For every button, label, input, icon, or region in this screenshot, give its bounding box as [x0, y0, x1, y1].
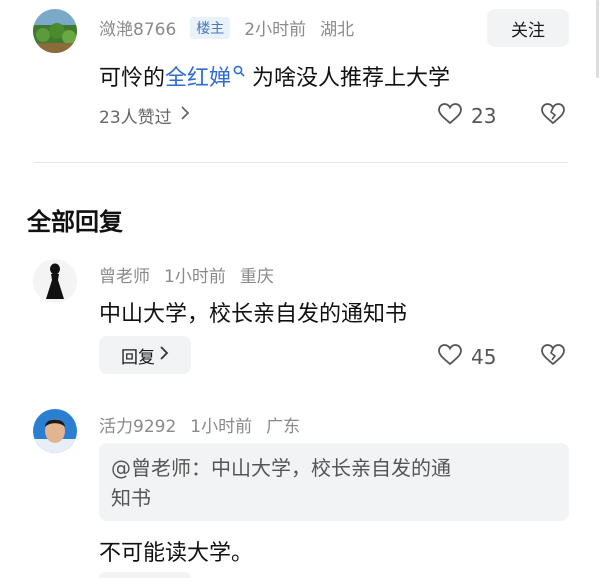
reply-1-meta: 曾老师 1小时前 重庆 — [99, 262, 288, 287]
op-badge: 楼主 — [190, 17, 231, 39]
chevron-right-icon — [159, 345, 169, 366]
post-time: 2小时前 — [244, 20, 307, 40]
heart-icon[interactable] — [437, 102, 463, 130]
post-meta: 潋滟8766 楼主 2小时前 湖北 — [99, 15, 368, 40]
quoted-reply-line-2: 知书 — [111, 486, 151, 510]
reply-1-text: 中山大学，校长亲自发的通知书 — [99, 302, 408, 327]
post-location: 湖北 — [320, 20, 355, 40]
scrollbar[interactable] — [596, 0, 599, 78]
divider — [34, 162, 568, 163]
reply-1-like-count: 45 — [471, 345, 497, 369]
quoted-reply-line-1: @曾老师：中山大学，校长亲自发的通 — [111, 456, 451, 480]
broken-heart-icon[interactable] — [540, 343, 566, 371]
avatar-post-author[interactable] — [33, 9, 77, 53]
reply-2-time: 1小时前 — [190, 417, 253, 437]
reply-2-location: 广东 — [266, 417, 301, 437]
post-text-after: 为啥没人推荐上大学 — [245, 66, 451, 91]
post-content: 可怜的全红婵 为啥没人推荐上大学 — [99, 58, 450, 92]
quoted-reply[interactable]: @曾老师：中山大学，校长亲自发的通 知书 — [99, 443, 569, 521]
reply-1-time: 1小时前 — [164, 267, 226, 287]
post-text-before: 可怜的 — [99, 66, 166, 91]
post-username[interactable]: 潋滟8766 — [99, 20, 176, 40]
follow-button[interactable]: 关注 — [487, 9, 569, 47]
section-title-all-replies: 全部回复 — [27, 208, 123, 236]
avatar-reply-2[interactable] — [33, 409, 77, 453]
reply-button-label[interactable]: 回复 — [121, 343, 155, 368]
reply-1-location: 重庆 — [239, 267, 274, 287]
reply-2-reply-button-partial[interactable] — [99, 572, 191, 578]
likes-summary-text[interactable]: 23人赞过 — [99, 103, 172, 128]
avatar-reply-1[interactable] — [33, 259, 77, 303]
reply-1-like-control[interactable]: 45 — [437, 343, 496, 371]
post-like-control[interactable]: 23 — [437, 102, 496, 130]
reply-2-meta: 活力9292 1小时前 广东 — [99, 412, 314, 437]
likes-summary[interactable]: 23人赞过 — [99, 103, 190, 128]
reply-2-text: 不可能读大学。 — [99, 541, 254, 566]
linked-name[interactable]: 全红婵 — [165, 65, 245, 91]
broken-heart-icon[interactable] — [540, 102, 566, 130]
chevron-right-icon — [180, 105, 190, 126]
search-icon — [233, 58, 245, 83]
reply-2-username[interactable]: 活力9292 — [99, 417, 176, 437]
linked-name-text[interactable]: 全红婵 — [165, 66, 231, 91]
reply-1-username[interactable]: 曾老师 — [99, 267, 150, 287]
post-like-count: 23 — [471, 104, 497, 128]
heart-icon[interactable] — [437, 343, 463, 371]
reply-button[interactable]: 回复 — [99, 336, 191, 374]
